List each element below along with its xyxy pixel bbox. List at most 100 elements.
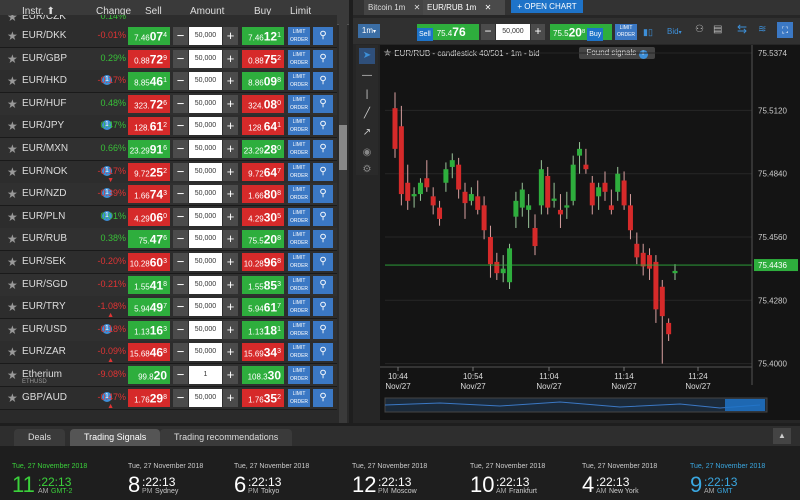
sell-price-button[interactable]: 4.29060 bbox=[128, 207, 170, 226]
star-icon[interactable]: ★ bbox=[7, 391, 18, 405]
sync-icon[interactable]: ⇆ bbox=[737, 22, 751, 38]
amount-input[interactable]: 50,000 bbox=[189, 27, 222, 45]
limit-order-button[interactable]: LIMIT ORDER bbox=[288, 185, 310, 204]
star-icon[interactable]: ★ bbox=[7, 142, 18, 156]
sell-price-button[interactable]: 7.46074 bbox=[128, 27, 170, 45]
signal-icon[interactable]: ⚲ bbox=[313, 27, 333, 45]
table-row[interactable]: ★ EUR/MXN 0.66% 23.29916−50,000 +23.29280 LIM… bbox=[0, 138, 337, 161]
amount-input[interactable]: 50,000 bbox=[189, 275, 222, 294]
amount-input[interactable]: 50,000 bbox=[189, 320, 222, 339]
signal-icon[interactable]: ⚲ bbox=[313, 275, 333, 294]
limit-order-button[interactable]: LIMIT ORDER bbox=[288, 343, 310, 362]
amount-plus-button[interactable]: + bbox=[223, 140, 238, 158]
amount-minus-button[interactable]: − bbox=[173, 320, 188, 339]
sell-price-button[interactable]: 1.55418 bbox=[128, 275, 170, 294]
price-type-select[interactable]: Bid▾ bbox=[667, 24, 689, 40]
table-row[interactable]: ★ Etherium ETHUSD -9.08% 99.820−1 +108.330 LIM… bbox=[0, 364, 337, 387]
table-row[interactable]: ★ EUR/HKD 1 -0.17% 8.85461−50,000 +8.86098 LIM… bbox=[0, 70, 337, 94]
limit-order-button[interactable]: LIMIT ORDER bbox=[288, 207, 310, 226]
table-row[interactable]: ★ EUR/SEK -0.20% 10.28603−50,000 +10.28968 LI… bbox=[0, 251, 337, 274]
amount-plus-button[interactable]: + bbox=[223, 320, 238, 339]
star-icon[interactable]: ★ bbox=[7, 368, 18, 382]
table-scrollbar[interactable] bbox=[339, 24, 347, 423]
sell-price-button[interactable]: 10.28603 bbox=[128, 253, 170, 271]
signal-icon[interactable]: ⚲ bbox=[313, 388, 333, 407]
buy-price-button[interactable]: 108.330 bbox=[242, 366, 284, 384]
limit-order-button[interactable]: LIMIT ORDER bbox=[615, 24, 637, 40]
indicators-icon[interactable]: ⚇ bbox=[695, 24, 707, 38]
limit-order-button[interactable]: LIMIT ORDER bbox=[288, 230, 310, 249]
buy-price-button[interactable]: 0.88752 bbox=[242, 49, 284, 68]
trend-line-icon[interactable]: ╱ bbox=[359, 106, 375, 122]
amount-input[interactable]: 50,000 bbox=[189, 72, 222, 91]
amount-plus-button[interactable]: + bbox=[223, 117, 238, 136]
amount-input[interactable]: 1 bbox=[189, 366, 222, 384]
amount-plus-button[interactable]: + bbox=[223, 230, 238, 249]
limit-order-button[interactable]: LIMIT ORDER bbox=[288, 49, 310, 68]
amount-input[interactable]: 50,000 bbox=[189, 343, 222, 362]
open-chart-button[interactable]: + OPEN CHART bbox=[511, 0, 583, 13]
sell-button[interactable]: Sell 75.476 bbox=[417, 24, 479, 41]
table-row[interactable]: ★ EUR/NOK 1 -0.17% ▼ 9.72252−50,000 +9.72647 LI… bbox=[0, 160, 337, 184]
amount-minus-button[interactable]: − bbox=[173, 275, 188, 294]
signal-icon[interactable]: ⚲ bbox=[313, 230, 333, 249]
tab-trading-recommendations[interactable]: Trading recommendations bbox=[160, 429, 293, 446]
sell-price-button[interactable]: 15.68468 bbox=[128, 343, 170, 362]
amount-plus-button[interactable]: + bbox=[223, 94, 238, 113]
amount-plus-button[interactable]: + bbox=[531, 24, 545, 40]
amount-minus-button[interactable]: − bbox=[173, 388, 188, 407]
table-row[interactable]: ★ EUR/HUF 0.48% 323.726−50,000 +324.080 LIMIT… bbox=[0, 92, 337, 116]
table-row[interactable]: ★ EUR/PLN 1 0.01% 4.29060−50,000 +4.29305 LIMI… bbox=[0, 205, 337, 229]
buy-price-button[interactable]: 1.66808 bbox=[242, 185, 284, 204]
amount-input[interactable]: 50,000 bbox=[189, 94, 222, 113]
amount-plus-button[interactable]: + bbox=[223, 366, 238, 384]
buy-price-button[interactable]: 4.29305 bbox=[242, 207, 284, 226]
amount-input[interactable]: 50,000 bbox=[189, 140, 222, 158]
star-icon[interactable]: ★ bbox=[7, 255, 18, 269]
eye-icon[interactable]: ◉ bbox=[359, 145, 375, 161]
amount-plus-button[interactable]: + bbox=[223, 207, 238, 226]
sell-price-button[interactable]: 0.88729 bbox=[128, 49, 170, 68]
limit-order-button[interactable]: LIMIT ORDER bbox=[288, 117, 310, 136]
star-icon[interactable]: ★ bbox=[7, 278, 18, 292]
signal-icon[interactable]: ⚲ bbox=[313, 207, 333, 226]
star-icon[interactable]: ★ bbox=[7, 165, 18, 179]
table-scrollbar-thumb[interactable] bbox=[339, 125, 347, 170]
sell-price-button[interactable]: 128.612 bbox=[128, 117, 170, 136]
buy-price-button[interactable]: 1.55853 bbox=[242, 275, 284, 294]
sell-price-button[interactable]: 1.13163 bbox=[128, 320, 170, 339]
sell-price-button[interactable]: 5.94497 bbox=[128, 298, 170, 317]
tab-trading-signals[interactable]: Trading Signals bbox=[70, 429, 161, 446]
buy-price-button[interactable]: 15.69343 bbox=[242, 343, 284, 362]
amount-input[interactable]: 50,000 bbox=[189, 298, 222, 317]
limit-order-button[interactable]: LIMIT ORDER bbox=[288, 140, 310, 158]
amount-input[interactable]: 50,000 bbox=[189, 253, 222, 271]
interval-select[interactable]: 1m▾ bbox=[358, 24, 380, 38]
fullscreen-icon[interactable]: ⛶ bbox=[777, 22, 793, 38]
buy-price-button[interactable]: 128.641 bbox=[242, 117, 284, 136]
price-chart[interactable]: ★ EUR/RUB - candlestick 40/501 - 1m - bi… bbox=[380, 45, 800, 420]
amount-minus-button[interactable]: − bbox=[173, 117, 188, 136]
compare-icon[interactable]: ≋ bbox=[758, 24, 772, 38]
signal-icon[interactable]: ⚲ bbox=[313, 140, 333, 158]
amount-input[interactable]: 50,000 bbox=[189, 230, 222, 249]
amount-input[interactable]: 50,000 bbox=[496, 24, 530, 40]
table-row[interactable]: ★ EUR/GBP 0.29% 0.88729−50,000 +0.88752 LIMIT… bbox=[0, 47, 337, 71]
table-row[interactable]: ★ EUR/TRY -1.08% ▲ 5.94497−50,000 +5.94617 LIM… bbox=[0, 296, 337, 320]
cursor-icon[interactable]: ➤ bbox=[359, 48, 375, 64]
amount-plus-button[interactable]: + bbox=[223, 27, 238, 45]
buy-price-button[interactable]: 324.080 bbox=[242, 94, 284, 113]
tab-eurrub-1m[interactable]: EUR/RUB 1m ✕ bbox=[423, 0, 505, 15]
sell-price-button[interactable]: 1.76298 bbox=[128, 388, 170, 407]
buy-price-button[interactable]: 10.28968 bbox=[242, 253, 284, 271]
star-icon[interactable]: ★ bbox=[7, 210, 18, 224]
star-icon[interactable]: ★ bbox=[7, 97, 18, 111]
amount-plus-button[interactable]: + bbox=[223, 185, 238, 204]
amount-plus-button[interactable]: + bbox=[223, 162, 238, 181]
amount-input[interactable]: 50,000 bbox=[189, 185, 222, 204]
horizontal-line-icon[interactable]: — bbox=[359, 68, 375, 84]
buy-price-button[interactable]: 1.76352 bbox=[242, 388, 284, 407]
limit-order-button[interactable]: LIMIT ORDER bbox=[288, 253, 310, 271]
amount-input[interactable]: 50,000 bbox=[189, 117, 222, 136]
amount-plus-button[interactable]: + bbox=[223, 275, 238, 294]
